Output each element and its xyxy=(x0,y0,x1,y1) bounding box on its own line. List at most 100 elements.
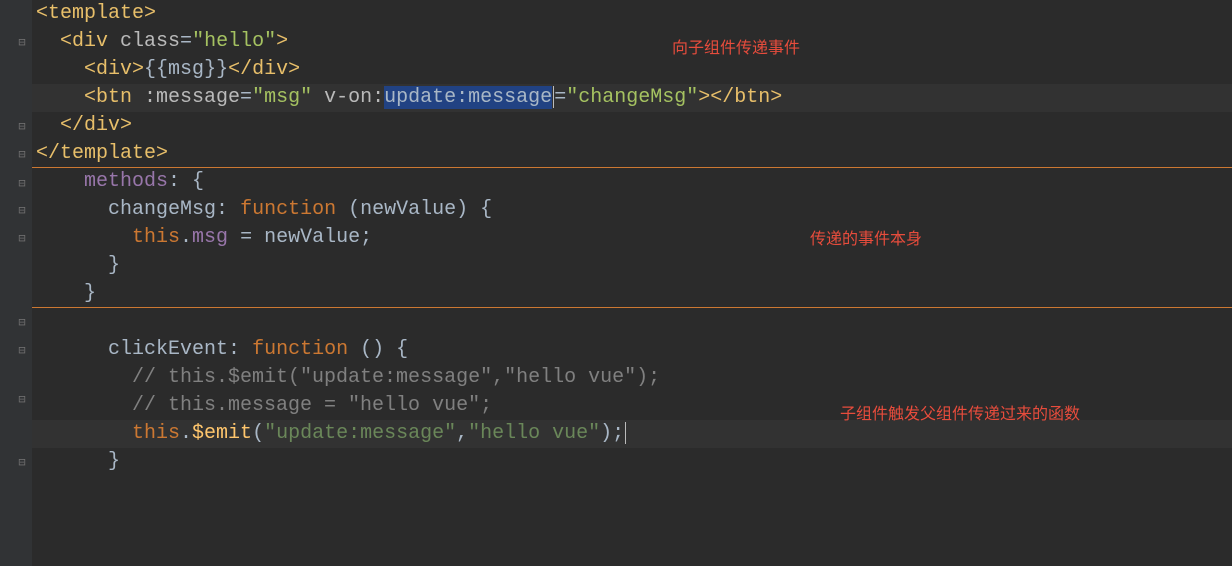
attr-name: v-on xyxy=(324,86,372,109)
code-line[interactable]: <div>{{msg}}</div> xyxy=(32,56,1232,84)
keyword: this xyxy=(132,226,180,249)
caret xyxy=(625,422,626,444)
annotation-text: 传递的事件本身 xyxy=(810,225,922,249)
indent xyxy=(36,198,108,221)
indent xyxy=(36,170,84,193)
attr-value: " xyxy=(300,86,312,109)
tag-close: </div> xyxy=(228,58,300,81)
tag-close: </div> xyxy=(60,114,132,137)
indent xyxy=(36,30,60,53)
indent xyxy=(36,254,108,277)
punct: ( xyxy=(252,422,264,445)
code-line[interactable]: } xyxy=(32,448,1232,476)
indent xyxy=(36,422,132,445)
code-line[interactable]: <btn :message="msg" v-on:update:message=… xyxy=(32,84,1232,112)
code-line[interactable]: // this.$emit("update:message","hello vu… xyxy=(32,364,1232,392)
attr-name: : xyxy=(372,86,384,109)
fold-icon[interactable]: ⊟ xyxy=(16,233,28,245)
punct: }} xyxy=(204,58,228,81)
tag-close: > xyxy=(276,30,288,53)
indent xyxy=(36,394,132,417)
attr-value: "changeMsg" xyxy=(566,86,698,109)
punct: (newValue) { xyxy=(336,198,492,221)
tag-open: <div xyxy=(60,30,120,53)
attr-value: msg xyxy=(264,86,300,109)
method-name: changeMsg xyxy=(108,198,216,221)
keyword: function xyxy=(252,338,348,361)
punct: : { xyxy=(168,170,204,193)
fold-icon[interactable]: ⊟ xyxy=(16,394,28,406)
tag-close: ></btn> xyxy=(698,86,782,109)
property: methods xyxy=(84,170,168,193)
indent xyxy=(36,58,84,81)
fold-icon[interactable]: ⊟ xyxy=(16,205,28,217)
attr-name: :message xyxy=(144,86,240,109)
punct: . xyxy=(180,422,192,445)
method-call: $emit xyxy=(192,422,252,445)
punct: } xyxy=(108,254,120,277)
selected-text: update:message xyxy=(384,86,552,109)
code-line[interactable]: changeMsg: function (newValue) { xyxy=(32,196,1232,224)
indent xyxy=(36,86,84,109)
fold-icon[interactable]: ⊟ xyxy=(16,37,28,49)
fold-icon[interactable]: ⊟ xyxy=(16,178,28,190)
punct: } xyxy=(108,450,120,473)
punct: : xyxy=(216,198,240,221)
string: "update:message" xyxy=(264,422,456,445)
code-line[interactable] xyxy=(32,308,1232,336)
code-line[interactable]: <template> xyxy=(32,0,1232,28)
fold-icon[interactable]: ⊟ xyxy=(16,317,28,329)
tag-open: <template> xyxy=(36,2,156,25)
punct: . xyxy=(180,226,192,249)
indent xyxy=(36,450,108,473)
variable: msg xyxy=(168,58,204,81)
keyword: this xyxy=(132,422,180,445)
code-line[interactable]: this.$emit("update:message","hello vue")… xyxy=(32,420,1232,448)
attr-name: class xyxy=(120,30,180,53)
code-line[interactable]: } xyxy=(32,280,1232,308)
indent xyxy=(36,226,132,249)
code-line[interactable]: </div> xyxy=(32,112,1232,140)
string: "hello vue" xyxy=(468,422,600,445)
keyword: function xyxy=(240,198,336,221)
fold-icon[interactable]: ⊟ xyxy=(16,121,28,133)
punct: = xyxy=(240,86,252,109)
indent xyxy=(36,282,84,305)
gutter: ⊟ ⊟ ⊟ ⊟ ⊟ ⊟ ⊟ ⊟ ⊟ ⊟ xyxy=(0,0,32,566)
punct: : xyxy=(228,338,252,361)
tag-open: <btn xyxy=(84,86,144,109)
punct: {{ xyxy=(144,58,168,81)
annotation-text: 向子组件传递事件 xyxy=(672,34,800,58)
indent xyxy=(36,114,60,137)
indent xyxy=(36,338,108,361)
punct: ); xyxy=(600,422,624,445)
space xyxy=(312,86,324,109)
code-line[interactable]: } xyxy=(32,252,1232,280)
property: msg xyxy=(192,226,228,249)
code-line[interactable]: this.msg = newValue; xyxy=(32,224,1232,252)
indent xyxy=(36,366,132,389)
code-line[interactable]: <div class="hello"> xyxy=(32,28,1232,56)
code-area[interactable]: <template> <div class="hello"> <div>{{ms… xyxy=(32,0,1232,566)
fold-icon[interactable]: ⊟ xyxy=(16,149,28,161)
fold-icon[interactable]: ⊟ xyxy=(16,345,28,357)
annotation-text: 子组件触发父组件传递过来的函数 xyxy=(840,400,1080,424)
code-editor[interactable]: ⊟ ⊟ ⊟ ⊟ ⊟ ⊟ ⊟ ⊟ ⊟ ⊟ <template> <div clas… xyxy=(0,0,1232,566)
punct: () { xyxy=(348,338,408,361)
attr-value: " xyxy=(252,86,264,109)
punct: = xyxy=(180,30,192,53)
punct: = xyxy=(554,86,566,109)
code-line[interactable]: methods: { xyxy=(32,168,1232,196)
comment: // this.message = "hello vue"; xyxy=(132,394,492,417)
attr-value: "hello" xyxy=(192,30,276,53)
code-line[interactable]: </template> xyxy=(32,140,1232,168)
method-name: clickEvent xyxy=(108,338,228,361)
code-line[interactable]: clickEvent: function () { xyxy=(32,336,1232,364)
tag-open: <div> xyxy=(84,58,144,81)
code-text: = newValue; xyxy=(228,226,372,249)
fold-icon[interactable]: ⊟ xyxy=(16,457,28,469)
punct: } xyxy=(84,282,96,305)
tag-close: </template> xyxy=(36,142,168,165)
comment: // this.$emit("update:message","hello vu… xyxy=(132,366,660,389)
punct: , xyxy=(456,422,468,445)
